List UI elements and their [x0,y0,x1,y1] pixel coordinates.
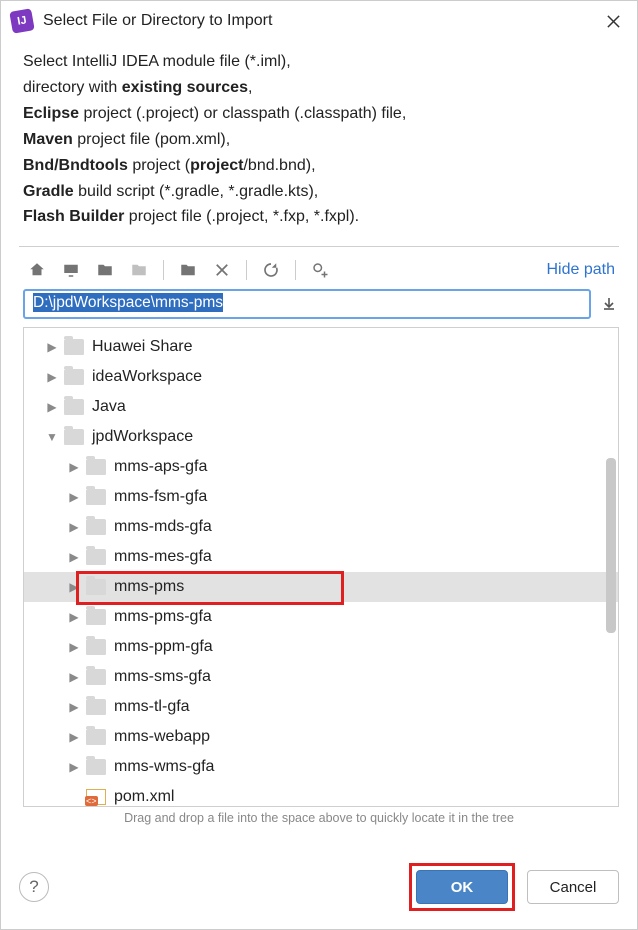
separator-icon [246,260,247,280]
folder-icon [86,489,106,505]
tree-node-label: jpdWorkspace [92,428,193,446]
separator-icon [295,260,296,280]
intellij-icon: IJ [9,8,34,33]
annotation-highlight: OK [409,863,515,911]
chevron-right-icon[interactable]: ▶ [66,580,82,594]
history-dropdown-icon[interactable] [599,294,619,314]
folder-icon [64,369,84,385]
dialog-title: Select File or Directory to Import [43,12,272,30]
desktop-icon[interactable] [57,257,85,283]
chevron-right-icon[interactable]: ▶ [44,400,60,414]
file-tree[interactable]: ▶ Huawei Share ▶ ideaWorkspace ▶ Java ▼ jpdWork… [23,327,619,807]
new-folder-icon[interactable] [174,257,202,283]
chevron-right-icon[interactable]: ▶ [66,490,82,504]
tree-node[interactable]: ▶ mms-mes-gfa [24,542,618,572]
folder-icon [86,639,106,655]
cancel-button[interactable]: Cancel [527,870,619,904]
folder-icon [86,609,106,625]
chevron-right-icon[interactable]: ▶ [44,370,60,384]
tree-node[interactable]: ▶ mms-ppm-gfa [24,632,618,662]
folder-icon [64,339,84,355]
refresh-icon[interactable] [257,257,285,283]
tree-node-label: mms-pms [114,578,184,596]
folder-icon [86,519,106,535]
hide-path-link[interactable]: Hide path [547,261,620,279]
chevron-right-icon[interactable]: ▶ [66,460,82,474]
tree-node-label: mms-ppm-gfa [114,638,213,656]
chevron-down-icon[interactable]: ▼ [44,430,60,444]
folder-icon [86,669,106,685]
drag-hint: Drag and drop a file into the space abov… [1,807,637,835]
tree-node[interactable]: ▶ mms-pms-gfa [24,602,618,632]
chevron-right-icon[interactable]: ▶ [66,700,82,714]
info-text: Select IntelliJ IDEA module file (*.iml)… [1,41,637,244]
tree-node-label: mms-mds-gfa [114,518,212,536]
path-value: D:\jpdWorkspace\mms-pms [33,293,223,312]
chevron-right-icon[interactable]: ▶ [66,670,82,684]
chevron-right-icon[interactable]: ▶ [66,730,82,744]
ok-button[interactable]: OK [416,870,508,904]
tree-node[interactable]: ▶ mms-sms-gfa [24,662,618,692]
tree-node-label: ideaWorkspace [92,368,202,386]
path-input[interactable]: D:\jpdWorkspace\mms-pms [23,289,591,319]
folder-icon [64,429,84,445]
tree-node-label: mms-tl-gfa [114,698,190,716]
titlebar: IJ Select File or Directory to Import [1,1,637,41]
tree-node-label: mms-aps-gfa [114,458,207,476]
chevron-right-icon[interactable]: ▶ [44,340,60,354]
tree-node[interactable]: ▶ Java [24,392,618,422]
folder-icon [86,579,106,595]
show-hidden-icon[interactable] [306,257,334,283]
divider [19,246,619,247]
scrollbar-thumb[interactable] [606,458,616,633]
chevron-right-icon[interactable]: ▶ [66,550,82,564]
xml-file-icon [86,789,106,805]
folder-icon [86,459,106,475]
folder-icon [86,549,106,565]
tree-node[interactable]: pom.xml [24,782,618,807]
toolbar: Hide path [1,253,637,287]
tree-node[interactable]: ▶ mms-aps-gfa [24,452,618,482]
module-icon[interactable] [125,257,153,283]
tree-node[interactable]: ▶ ideaWorkspace [24,362,618,392]
import-dialog: IJ Select File or Directory to Import Se… [0,0,638,930]
separator-icon [163,260,164,280]
tree-node[interactable]: ▶ mms-wms-gfa [24,752,618,782]
tree-node[interactable]: ▶ mms-webapp [24,722,618,752]
dialog-footer: ? OK Cancel [1,863,637,929]
tree-node[interactable]: ▶ Huawei Share [24,332,618,362]
folder-icon [64,399,84,415]
folder-icon [86,759,106,775]
folder-icon [86,729,106,745]
chevron-right-icon[interactable]: ▶ [66,520,82,534]
project-icon[interactable] [91,257,119,283]
close-button[interactable] [599,7,627,35]
tree-node-label: pom.xml [114,788,174,806]
path-row: D:\jpdWorkspace\mms-pms [1,287,637,325]
tree-node-label: Java [92,398,126,416]
tree-node[interactable]: ▼ jpdWorkspace [24,422,618,452]
chevron-right-icon[interactable]: ▶ [66,640,82,654]
home-icon[interactable] [23,257,51,283]
info-line: Select IntelliJ IDEA module file (*.iml)… [23,53,291,70]
tree-node-label: mms-wms-gfa [114,758,214,776]
tree-node[interactable]: ▶ mms-pms [24,572,618,602]
delete-icon[interactable] [208,257,236,283]
tree-node-label: Huawei Share [92,338,193,356]
tree-node[interactable]: ▶ mms-tl-gfa [24,692,618,722]
tree-node-label: mms-mes-gfa [114,548,212,566]
help-button[interactable]: ? [19,872,49,902]
tree-node-label: mms-pms-gfa [114,608,212,626]
tree-node[interactable]: ▶ mms-fsm-gfa [24,482,618,512]
tree-node-label: mms-webapp [114,728,210,746]
tree-node-label: mms-sms-gfa [114,668,211,686]
tree-node-label: mms-fsm-gfa [114,488,207,506]
chevron-right-icon[interactable]: ▶ [66,610,82,624]
chevron-right-icon[interactable]: ▶ [66,760,82,774]
folder-icon [86,699,106,715]
tree-node[interactable]: ▶ mms-mds-gfa [24,512,618,542]
